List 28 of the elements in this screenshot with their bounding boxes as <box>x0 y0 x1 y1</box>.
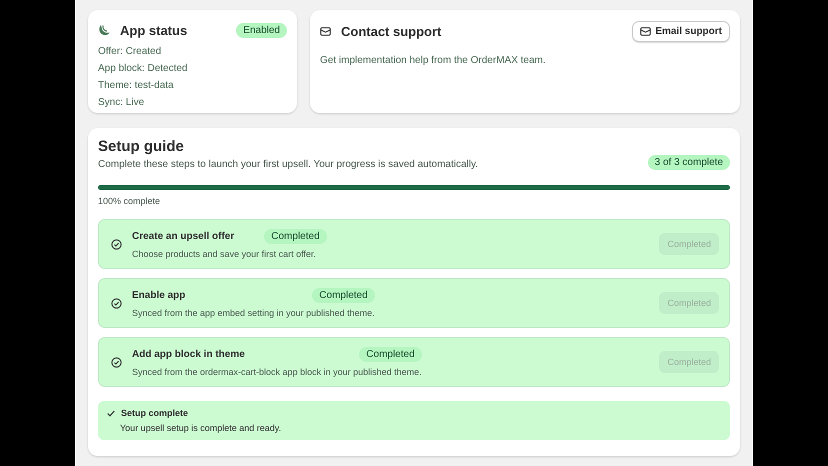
email-support-button[interactable]: Email support <box>632 20 730 42</box>
status-line: App block: Detected <box>98 63 188 74</box>
step-description: Synced from the ordermax-cart-block app block in your published theme. <box>132 367 422 377</box>
mail-icon <box>640 26 652 36</box>
banner-title: Setup complete <box>121 408 188 418</box>
section-title: Setup guide <box>98 138 185 155</box>
progress-label: 100% complete <box>98 196 162 206</box>
card-title: Contact support <box>341 24 442 38</box>
checkmark-icon <box>107 410 115 416</box>
banner-message: Your upsell setup is complete and ready. <box>120 423 282 433</box>
status-line: Sync: Live <box>98 97 146 108</box>
step-status-badge: Completed <box>359 347 422 362</box>
step-status-badge: Completed <box>312 288 375 303</box>
step-title: Enable app <box>132 290 186 301</box>
step-status-badge: Completed <box>264 229 327 244</box>
step-description: Synced from the app embed setting in your published theme. <box>132 308 375 318</box>
step-title: Add app block in theme <box>132 349 245 360</box>
leaf-icon <box>98 24 110 36</box>
status-badge: Enabled <box>236 22 287 38</box>
progress-badge: 3 of 3 complete <box>648 155 730 170</box>
card-description: Get implementation help from the OrderMAX team. <box>320 55 547 66</box>
status-line: Theme: test-data <box>98 80 175 91</box>
step-description: Choose products and save your first cart offer. <box>132 249 317 259</box>
status-line: Offer: Created <box>98 46 162 57</box>
mail-icon <box>320 26 331 36</box>
step-title: Create an upsell offer <box>132 231 234 242</box>
section-subtitle: Complete these steps to launch your first upsell. Your progress is saved automatically. <box>98 159 478 170</box>
card-title: App status <box>120 22 188 38</box>
